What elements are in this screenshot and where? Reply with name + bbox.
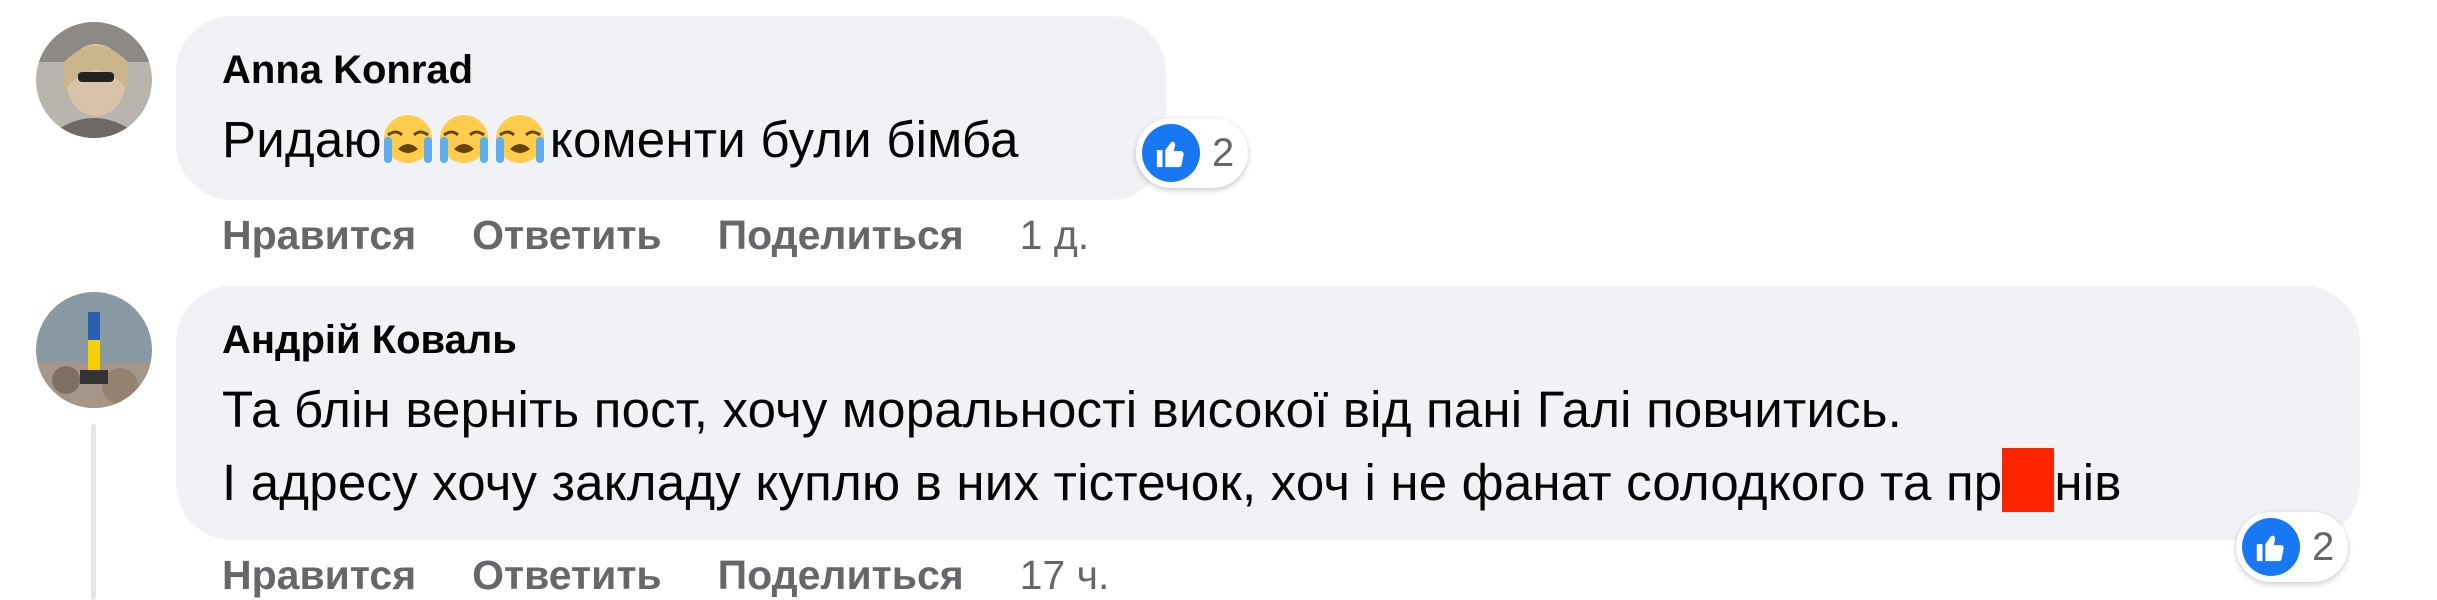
reply-button[interactable]: Ответить	[472, 552, 661, 598]
comment-timestamp[interactable]: 17 ч.	[1020, 552, 1110, 598]
like-button[interactable]: Нравится	[222, 552, 416, 598]
comment-text-part: Ридаю	[222, 111, 382, 168]
comment-text-part: коменти були бімба	[549, 111, 1019, 168]
comment-timestamp[interactable]: 1 д.	[1020, 212, 1090, 258]
comment-actions: Нравится Ответить Поделиться 17 ч.	[222, 552, 1109, 599]
comment-text-part: нів	[2054, 454, 2122, 511]
avatar-andrii-koval[interactable]	[36, 292, 152, 408]
reaction-count: 2	[2312, 524, 2335, 569]
redaction-mark	[2002, 448, 2055, 512]
reply-thread-line	[91, 424, 96, 600]
comment-text-line-2: І адресу хочу закладу куплю в них тістеч…	[222, 448, 2122, 512]
comment-text-part: І адресу хочу закладу куплю в них тістеч…	[222, 454, 2003, 511]
share-button[interactable]: Поделиться	[718, 552, 964, 598]
share-button[interactable]: Поделиться	[718, 212, 964, 258]
crying-face-emoji	[382, 113, 434, 165]
crying-face-emoji	[494, 113, 546, 165]
like-icon	[2242, 518, 2300, 576]
reaction-summary[interactable]: 2	[2236, 512, 2349, 582]
like-button[interactable]: Нравится	[222, 212, 416, 258]
comment-bubble	[176, 16, 1166, 200]
like-icon	[1142, 124, 1200, 182]
reaction-count: 2	[1212, 130, 1235, 175]
reply-button[interactable]: Ответить	[472, 212, 661, 258]
comment-text-line-1: Та блін верніть пост, хочу моральності в…	[222, 381, 1902, 438]
comment-text: Ридаю коменти були бімба	[222, 110, 1019, 169]
comment-author[interactable]: Андрій Коваль	[222, 318, 517, 363]
crying-face-emoji	[438, 113, 490, 165]
reaction-summary[interactable]: 2	[1136, 118, 1249, 188]
avatar-anna-konrad[interactable]	[36, 22, 152, 138]
comment-actions: Нравится Ответить Поделиться 1 д.	[222, 212, 1089, 259]
comment-author[interactable]: Anna Konrad	[222, 48, 473, 93]
